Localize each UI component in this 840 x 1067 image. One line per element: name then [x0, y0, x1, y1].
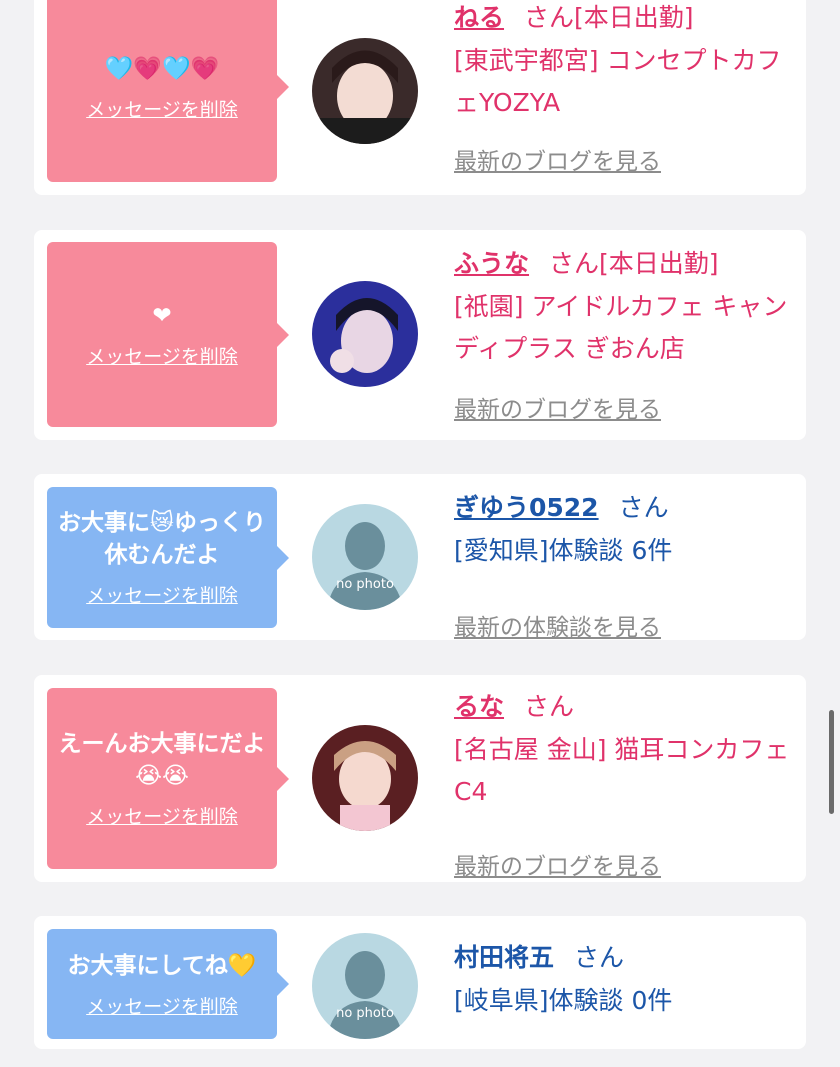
name-line: ねる さん[本日出勤]: [454, 0, 799, 36]
no-photo-label: no photo: [336, 577, 394, 592]
message-text: えーんお大事にだよ😭😭: [58, 731, 266, 789]
message-text: 🩵💗🩵💗: [104, 55, 220, 82]
shop-info: [祇園] アイドルカフェ キャンディプラス ぎおん店: [454, 292, 788, 363]
honorific: さん: [574, 943, 625, 972]
message-bubble: ❤ メッセージを削除: [47, 242, 289, 427]
honorific: さん: [524, 3, 575, 32]
message-card: お大事に😿ゆっくり休むんだよ メッセージを削除 no photo ぎゆう0522…: [34, 474, 806, 641]
delete-message-link[interactable]: メッセージを削除: [86, 581, 238, 608]
shop-info: [名古屋 金山] 猫耳コンカフェ C4: [454, 735, 790, 806]
delete-message-link[interactable]: メッセージを削除: [86, 95, 238, 122]
profile-info: ぎゆう0522 さん [愛知県]体験談 6件 最新の体験談を見る: [454, 490, 799, 641]
profile-info: ねる さん[本日出勤] [東武宇都宮] コンセプトカフェYOZYA 最新のブログを…: [454, 0, 799, 175]
name-line: ふうな さん[本日出勤]: [454, 246, 799, 282]
delete-message-link[interactable]: メッセージを削除: [86, 992, 238, 1019]
report-info: [岐阜県]体験談 0件: [454, 986, 673, 1015]
message-text: ❤: [152, 303, 172, 329]
message-bubble: 🩵💗🩵💗 メッセージを削除: [47, 0, 289, 182]
honorific: さん: [549, 249, 600, 278]
message-card: ❤ メッセージを削除 ふうな さん[本日出勤] [祇園] アイドルカフェ キャンデ…: [34, 230, 806, 440]
message-text: お大事に😿ゆっくり休むんだよ: [58, 510, 266, 568]
message-bubble: お大事に😿ゆっくり休むんだよ メッセージを削除: [47, 487, 289, 628]
message-bubble: えーんお大事にだよ😭😭 メッセージを削除: [47, 688, 289, 869]
honorific: さん: [618, 493, 669, 522]
message-card: 🩵💗🩵💗 メッセージを削除 ねる さん[本日出勤] [東武宇都宮] コンセプトカフ…: [34, 0, 806, 195]
name-line: ぎゆう0522 さん: [454, 490, 799, 526]
profile-name[interactable]: 村田将五: [454, 943, 554, 972]
delete-message-link[interactable]: メッセージを削除: [86, 802, 238, 829]
message-bubble: お大事にしてね💛 メッセージを削除: [47, 929, 289, 1039]
status-badge: [本日出勤]: [599, 249, 719, 278]
avatar[interactable]: [312, 281, 418, 387]
profile-name-link[interactable]: ふうな: [454, 249, 529, 278]
blog-link[interactable]: 最新のブログを見る: [454, 847, 661, 881]
name-line: るな さん: [454, 689, 799, 725]
profile-name-link[interactable]: ねる: [454, 3, 504, 32]
message-card: お大事にしてね💛 メッセージを削除 no photo 村田将五 さん [岐阜県]体…: [34, 916, 806, 1049]
blog-link[interactable]: 最新のブログを見る: [454, 390, 661, 424]
avatar[interactable]: no photo: [312, 933, 418, 1039]
profile-info: ふうな さん[本日出勤] [祇園] アイドルカフェ キャンディプラス ぎおん店 最…: [454, 246, 799, 423]
shop-info: [東武宇都宮] コンセプトカフェYOZYA: [454, 46, 782, 117]
name-line: 村田将五 さん: [454, 940, 799, 976]
message-card: えーんお大事にだよ😭😭 メッセージを削除 るな さん [名古屋 金山] 猫耳コンカ…: [34, 675, 806, 882]
no-photo-label: no photo: [336, 1006, 394, 1021]
avatar[interactable]: [312, 725, 418, 831]
profile-info: るな さん [名古屋 金山] 猫耳コンカフェ C4 最新のブログを見る: [454, 689, 799, 880]
profile-info: 村田将五 さん [岐阜県]体験談 0件: [454, 940, 799, 1022]
avatar[interactable]: [312, 38, 418, 144]
report-info: [愛知県]体験談 6件: [454, 536, 673, 565]
profile-name-link[interactable]: ぎゆう0522: [454, 493, 599, 522]
message-text: お大事にしてね💛: [67, 952, 257, 979]
blog-link[interactable]: 最新のブログを見る: [454, 142, 661, 176]
profile-name-link[interactable]: るな: [454, 692, 504, 721]
scrollbar[interactable]: [829, 710, 834, 814]
honorific: さん: [524, 692, 575, 721]
status-badge: [本日出勤]: [574, 3, 694, 32]
delete-message-link[interactable]: メッセージを削除: [86, 342, 238, 369]
reports-link[interactable]: 最新の体験談を見る: [454, 608, 661, 642]
avatar[interactable]: no photo: [312, 504, 418, 610]
